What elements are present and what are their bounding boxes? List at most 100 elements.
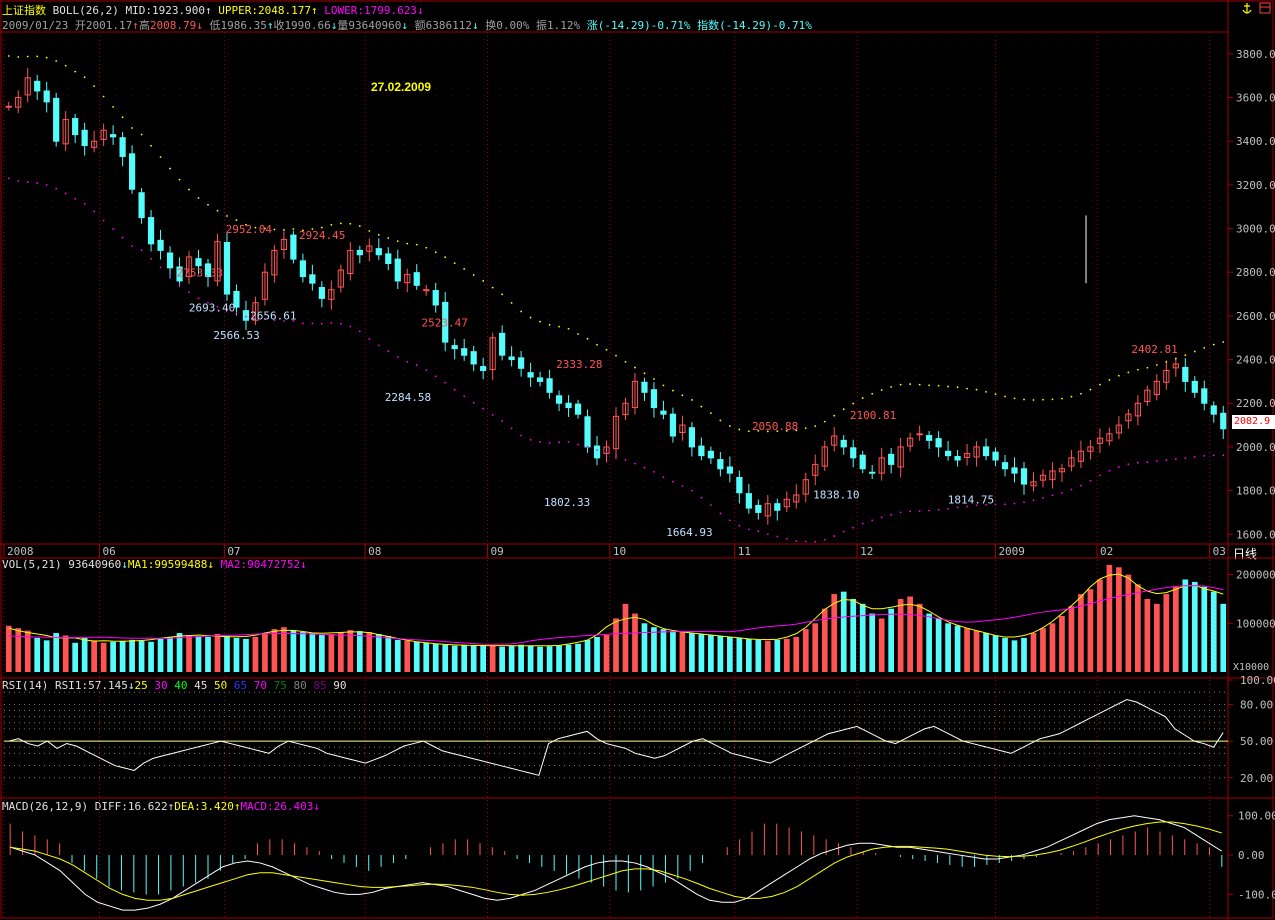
- boll-upper-dot: [539, 320, 541, 323]
- boll-upper-dot: [140, 133, 143, 136]
- boll-upper-dot: [349, 222, 352, 225]
- boll-lower-dot: [700, 496, 703, 499]
- candle-body: [869, 471, 876, 474]
- boll-upper-dot: [64, 64, 67, 67]
- volume-bar: [62, 635, 69, 672]
- x-tick-label: 08: [368, 545, 381, 558]
- boll-upper-dot: [444, 256, 447, 259]
- boll-lower-dot: [681, 485, 684, 487]
- volume-bar: [195, 635, 202, 672]
- boll-upper-dot: [890, 386, 893, 388]
- boll-upper-dot: [871, 392, 874, 395]
- boll-lower-dot: [1089, 479, 1092, 482]
- boll-lower-dot: [1117, 465, 1120, 468]
- boll-upper-dot: [1117, 374, 1120, 377]
- boll-upper-dot: [1023, 398, 1025, 401]
- candle-body: [593, 445, 601, 459]
- boll-upper-dot: [358, 225, 361, 227]
- candle-body: [223, 242, 231, 295]
- volume-bar: [1030, 633, 1037, 672]
- volume-bar: [954, 625, 961, 672]
- boll-upper-dot: [159, 156, 162, 158]
- price-annotation: 1838.10: [813, 488, 859, 501]
- boll-upper-dot: [947, 385, 949, 388]
- boll-lower-dot: [1051, 494, 1054, 497]
- volume-bar: [708, 634, 714, 672]
- boll-upper-dot: [74, 70, 77, 73]
- volume-bar: [897, 598, 904, 672]
- volume-bar: [337, 632, 344, 672]
- volume-bar: [575, 643, 581, 672]
- volume-bar: [850, 598, 857, 672]
- price-annotation: 2656.61: [250, 310, 296, 323]
- candle-body: [888, 453, 895, 465]
- stock-chart[interactable]: 2008 06 07 08 09 10 11 12 2009 02 03 1600.00 1800.00…: [0, 0, 1275, 920]
- boll-upper-dot: [928, 384, 931, 387]
- candle-body: [926, 435, 933, 441]
- boll-upper-dot: [1212, 343, 1215, 346]
- price-annotation: 1814.75: [948, 493, 994, 506]
- candle-body: [1182, 366, 1189, 382]
- volume-bar: [1125, 574, 1132, 672]
- boll-lower-dot: [425, 369, 428, 371]
- price-annotation: 2050.88: [752, 420, 798, 433]
- boll-lower-dot: [1023, 501, 1025, 504]
- boll-lower-dot: [615, 455, 617, 457]
- volume-bar: [670, 631, 676, 672]
- boll-lower-dot: [1146, 461, 1149, 464]
- boll-lower-dot: [320, 322, 323, 325]
- boll-lower-dot: [83, 202, 86, 205]
- price-annotation: 2523.47: [421, 317, 467, 330]
- volume-bar: [1021, 637, 1027, 672]
- boll-lower-dot: [795, 540, 798, 542]
- boll-upper-dot: [956, 386, 959, 389]
- candle-body: [574, 403, 582, 415]
- price-annotation: 2924.45: [299, 229, 345, 242]
- boll-upper-dot: [662, 384, 665, 387]
- candle-body: [138, 192, 145, 219]
- price-annotation: 2284.58: [385, 391, 431, 404]
- boll-upper-dot: [510, 302, 513, 304]
- candle-body: [546, 378, 553, 393]
- volume-bar: [1135, 584, 1141, 672]
- volume-bar: [584, 639, 591, 672]
- volume-bar: [148, 641, 154, 672]
- boll-upper-dot: [482, 280, 485, 282]
- candle-body: [470, 351, 477, 365]
- candle-body: [536, 377, 544, 382]
- y-tick-label: 3600.00: [1236, 92, 1275, 105]
- boll-upper-dot: [150, 144, 152, 147]
- volume-bar: [1220, 603, 1227, 672]
- boll-upper-dot: [577, 333, 579, 335]
- boll-lower-dot: [776, 535, 779, 538]
- boll-lower-dot: [311, 322, 314, 325]
- boll-lower-dot: [1061, 492, 1063, 494]
- candle-body: [992, 451, 999, 461]
- boll-lower-dot: [643, 466, 646, 469]
- volume-bar: [1172, 586, 1179, 672]
- boll-upper-dot: [425, 246, 428, 249]
- boll-upper-dot: [292, 228, 295, 230]
- boll-lower-dot: [662, 476, 665, 479]
- boll-lower-dot: [55, 187, 58, 190]
- boll-upper-dot: [45, 56, 48, 59]
- boll-upper-dot: [387, 237, 390, 239]
- boll-lower-dot: [482, 407, 485, 410]
- volume-bar: [1040, 628, 1046, 672]
- boll-upper-dot: [1165, 361, 1168, 363]
- rsi-y-tick-label: 50.00: [1240, 735, 1273, 748]
- boll-lower-dot: [93, 210, 96, 213]
- boll-upper-dot: [121, 116, 124, 119]
- candle-body: [34, 80, 41, 92]
- boll-upper-dot: [1004, 395, 1006, 398]
- boll-upper-dot: [605, 348, 608, 351]
- volume-bar: [1201, 586, 1208, 672]
- boll-lower-dot: [871, 519, 874, 522]
- boll-upper-dot: [804, 427, 807, 430]
- boll-upper-dot: [966, 387, 968, 390]
- boll-lower-dot: [140, 249, 143, 252]
- boll-upper-dot: [169, 167, 171, 170]
- volume-bar: [167, 636, 173, 672]
- boll-upper-dot: [823, 420, 826, 423]
- volume-bar: [546, 646, 553, 672]
